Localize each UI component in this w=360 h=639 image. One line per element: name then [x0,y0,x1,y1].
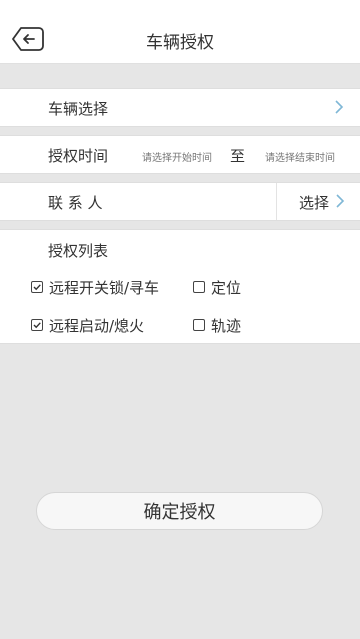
vehicle-select-row[interactable]: 车辆选择 [0,88,360,127]
end-time-field[interactable]: 请选择结束时间 [265,149,335,164]
checkbox-unchecked-icon [193,319,205,331]
page-title: 车辆授权 [146,33,214,53]
checkbox-checked-icon [31,319,43,331]
permission-list-title: 授权列表 [48,242,109,260]
contact-row: 联 系 人 选择 [0,182,360,221]
chevron-right-icon [335,100,344,114]
permission-remote-lock[interactable]: 远程开关锁/寻车 [31,277,159,297]
contact-label: 联 系 人 [48,194,103,212]
confirm-authorize-button[interactable]: 确定授权 [36,492,323,530]
vehicle-select-label: 车辆选择 [48,100,109,118]
permission-label: 定位 [211,278,242,297]
permission-remote-start[interactable]: 远程启动/熄火 [31,315,144,335]
checkbox-checked-icon [31,281,43,293]
start-time-field[interactable]: 请选择开始时间 [142,149,212,164]
permission-track[interactable]: 轨迹 [193,315,241,335]
permission-label: 轨迹 [211,316,242,335]
contact-choose-label: 选择 [298,194,329,212]
permission-location[interactable]: 定位 [193,277,241,297]
auth-time-row: 授权时间 请选择开始时间 至 请选择结束时间 [0,135,360,174]
permission-label: 远程启动/熄火 [49,316,145,335]
checkbox-unchecked-icon [193,281,205,293]
permission-list: 授权列表 远程开关锁/寻车 定位 远程启动/熄火 轨迹 [0,229,360,344]
contact-choose-button[interactable]: 选择 [276,183,360,220]
time-separator: 至 [230,147,246,165]
permission-label: 远程开关锁/寻车 [49,278,160,297]
top-bar: 车辆授权 [0,0,360,64]
chevron-right-icon [336,194,345,208]
auth-time-label: 授权时间 [48,147,109,165]
